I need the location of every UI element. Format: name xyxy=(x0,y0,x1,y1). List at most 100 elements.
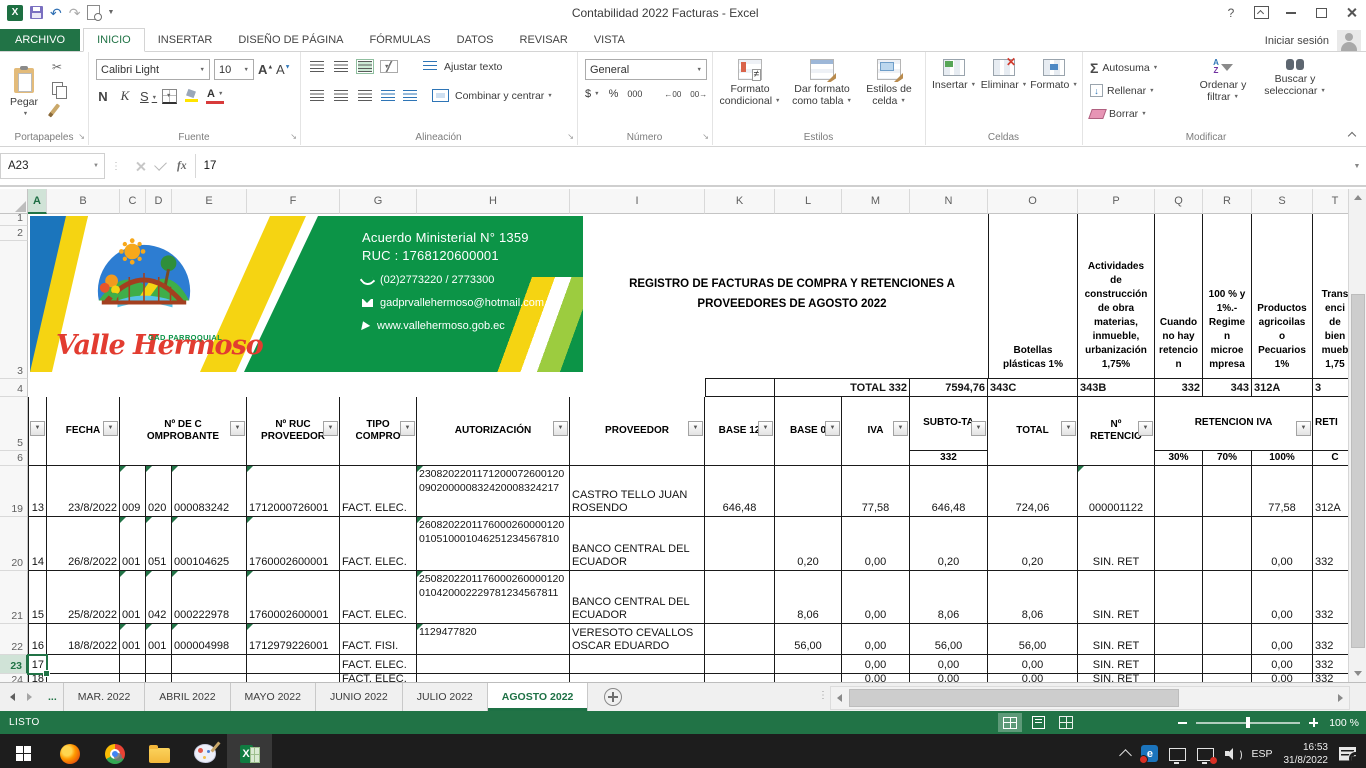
cell-A21[interactable]: 15 xyxy=(28,571,47,624)
column-header-F[interactable]: F xyxy=(247,189,340,214)
filter-header-P[interactable]: Nº RETENCIO xyxy=(1078,397,1155,466)
filter-button[interactable] xyxy=(1138,421,1153,436)
cell-E24[interactable] xyxy=(172,674,247,682)
cell-O22[interactable]: 56,00 xyxy=(988,624,1078,655)
column-header-E[interactable]: E xyxy=(172,189,247,214)
select-all-corner[interactable] xyxy=(0,189,28,214)
filter-header-O[interactable]: TOTAL xyxy=(988,397,1078,466)
zoom-level[interactable]: 100 % xyxy=(1329,717,1359,729)
tab-inicio[interactable]: INICIO xyxy=(83,28,145,52)
page-layout-view-button[interactable] xyxy=(1026,713,1050,732)
cell-F24[interactable] xyxy=(247,674,340,682)
cell-O23[interactable]: 0,00 xyxy=(988,655,1078,674)
column-header-B[interactable]: B xyxy=(47,189,120,214)
total-cell-LM[interactable]: TOTAL 332 xyxy=(775,379,910,397)
column-header-N[interactable]: N xyxy=(910,189,988,214)
cell-K22[interactable] xyxy=(705,624,775,655)
insert-cells-button[interactable]: Insertar xyxy=(929,56,979,91)
cell-Q24[interactable] xyxy=(1155,674,1203,682)
filter-header-N[interactable]: SUBTO-TA xyxy=(910,397,988,451)
filter-header-M[interactable]: IVA xyxy=(842,397,910,466)
cell-D19[interactable]: 020 xyxy=(146,466,172,517)
column-header-D[interactable]: D xyxy=(146,189,172,214)
cell-Q20[interactable] xyxy=(1155,517,1203,571)
cell-S19[interactable]: 77,58 xyxy=(1252,466,1313,517)
cell-B21[interactable]: 25/8/2022 xyxy=(47,571,120,624)
sub-header-S[interactable]: 100% xyxy=(1252,451,1313,466)
cell-S23[interactable]: 0,00 xyxy=(1252,655,1313,674)
user-avatar[interactable] xyxy=(1337,30,1361,51)
cell-O24[interactable]: 0,00 xyxy=(988,674,1078,682)
row-header-22[interactable]: 22 xyxy=(0,624,28,655)
formula-bar-handle[interactable]: ⋮ xyxy=(105,161,128,172)
ribbon-display-options-button[interactable] xyxy=(1246,1,1276,25)
cell-R24[interactable] xyxy=(1203,674,1252,682)
restore-button[interactable] xyxy=(1306,1,1336,25)
cell-M21[interactable]: 0,00 xyxy=(842,571,910,624)
banner-image[interactable]: Valle Hermoso GAD PARROQUIAL Acuerdo Min… xyxy=(30,216,583,372)
percent-format-icon[interactable]: % xyxy=(609,88,619,100)
tall-header-O[interactable]: Botellas plásticas 1% xyxy=(988,214,1078,379)
cell-R21[interactable] xyxy=(1203,571,1252,624)
cell-I23[interactable] xyxy=(570,655,705,674)
cell-F23[interactable] xyxy=(247,655,340,674)
next-sheet-icon[interactable] xyxy=(27,693,32,701)
clock[interactable]: 16:53 31/8/2022 xyxy=(1284,741,1329,767)
cell-R22[interactable] xyxy=(1203,624,1252,655)
cell-S21[interactable]: 0,00 xyxy=(1252,571,1313,624)
comma-format-icon[interactable]: 000 xyxy=(627,89,642,99)
cell-P22[interactable]: SIN. RET xyxy=(1078,624,1155,655)
zoom-in-icon[interactable] xyxy=(1309,718,1318,727)
column-header-R[interactable]: R xyxy=(1203,189,1252,214)
cell-D20[interactable]: 051 xyxy=(146,517,172,571)
row-header-19[interactable]: 19 xyxy=(0,466,28,517)
tall-header-S[interactable]: Productos agricoilas o Pecuarios 1% xyxy=(1252,214,1313,379)
align-top-icon[interactable] xyxy=(308,59,326,74)
save-icon[interactable] xyxy=(30,6,43,19)
align-center-icon[interactable] xyxy=(332,88,350,103)
sheet-tab-mayo-2022[interactable]: MAYO 2022 xyxy=(231,683,316,711)
vertical-scrollbar-thumb[interactable] xyxy=(1351,294,1365,648)
taskbar-chrome[interactable] xyxy=(92,734,137,768)
total-cell-O[interactable]: 343C xyxy=(988,379,1078,397)
horizontal-scrollbar-thumb[interactable] xyxy=(849,689,1179,707)
cell-Q19[interactable] xyxy=(1155,466,1203,517)
zoom-out-icon[interactable] xyxy=(1178,722,1187,724)
cell-L19[interactable] xyxy=(775,466,842,517)
column-header-P[interactable]: P xyxy=(1078,189,1155,214)
grow-font-icon[interactable]: A▲ xyxy=(258,62,272,77)
redo-icon[interactable]: ↷ xyxy=(69,6,81,20)
vertical-scrollbar[interactable] xyxy=(1348,189,1366,682)
cell-C23[interactable] xyxy=(120,655,146,674)
cell-G23[interactable]: FACT. ELEC. xyxy=(340,655,417,674)
sheet-tab-abril-2022[interactable]: ABRIL 2022 xyxy=(145,683,230,711)
cell-N23[interactable]: 0,00 xyxy=(910,655,988,674)
decrease-decimal-icon[interactable]: 00→ xyxy=(690,90,707,99)
underline-button[interactable]: S xyxy=(140,89,154,104)
cancel-entry-icon[interactable] xyxy=(135,161,146,172)
cell-B22[interactable]: 18/8/2022 xyxy=(47,624,120,655)
filter-button[interactable] xyxy=(103,421,118,436)
cell-A22[interactable]: 16 xyxy=(28,624,47,655)
autosum-button[interactable]: Σ Autosuma xyxy=(1090,60,1158,76)
row-header-1[interactable]: 1 xyxy=(0,214,28,226)
cell-R23[interactable] xyxy=(1203,655,1252,674)
scroll-right-icon[interactable] xyxy=(1332,687,1349,709)
cell-F20[interactable]: 1760002600001 xyxy=(247,517,340,571)
filter-button[interactable] xyxy=(230,421,245,436)
filter-button[interactable] xyxy=(1296,421,1311,436)
clear-button[interactable]: Borrar xyxy=(1090,108,1147,120)
increase-indent-icon[interactable] xyxy=(402,89,418,102)
expand-formula-bar-icon[interactable]: ▼ xyxy=(1348,163,1366,170)
cell-P23[interactable]: SIN. RET xyxy=(1078,655,1155,674)
cell-G21[interactable]: FACT. ELEC. xyxy=(340,571,417,624)
format-painter-icon[interactable] xyxy=(48,103,60,117)
cell-D24[interactable] xyxy=(146,674,172,682)
cell-I22[interactable]: VERESOTO CEVALLOS OSCAR EDUARDO xyxy=(570,624,705,655)
cell-H20[interactable]: 2608202201176000260000120010510001046251… xyxy=(417,517,570,571)
minimize-button[interactable] xyxy=(1276,1,1306,25)
tab-insertar[interactable]: INSERTAR xyxy=(145,29,226,51)
increase-decimal-icon[interactable]: ←00 xyxy=(664,90,681,99)
font-color-icon[interactable]: A xyxy=(206,88,224,103)
zoom-slider-thumb[interactable] xyxy=(1246,717,1250,728)
